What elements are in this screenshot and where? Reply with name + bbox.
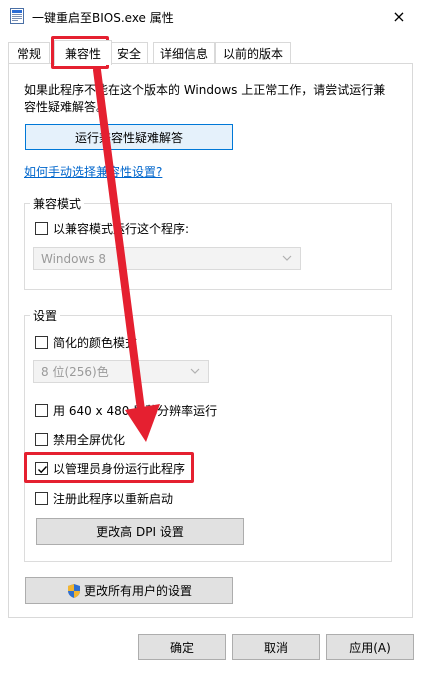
annotation-box-admin bbox=[24, 452, 194, 483]
tab-security[interactable]: 安全 bbox=[110, 42, 148, 64]
compat-mode-checkbox[interactable]: 以兼容模式运行这个程序: bbox=[35, 220, 189, 237]
checkbox-box bbox=[35, 492, 48, 505]
res-640-label: 用 640 x 480 屏幕分辨率运行 bbox=[53, 404, 218, 418]
checkbox-box bbox=[35, 433, 48, 446]
tab-general[interactable]: 常规 bbox=[8, 42, 50, 64]
checkbox-box bbox=[35, 404, 48, 417]
register-restart-label: 注册此程序以重新启动 bbox=[53, 492, 174, 506]
compat-os-value: Windows 8 bbox=[41, 251, 107, 266]
register-restart-checkbox[interactable]: 注册此程序以重新启动 bbox=[35, 490, 173, 507]
all-users-button[interactable]: 更改所有用户的设置 bbox=[25, 577, 233, 604]
color-mode-select[interactable]: 8 位(256)色 bbox=[33, 360, 209, 383]
compat-os-select[interactable]: Windows 8 bbox=[33, 247, 301, 270]
compat-mode-label: 以兼容模式运行这个程序: bbox=[53, 222, 190, 236]
reduced-color-checkbox[interactable]: 简化的颜色模式 bbox=[35, 334, 137, 351]
disable-fullscreen-label: 禁用全屏优化 bbox=[53, 433, 126, 447]
cancel-button[interactable]: 取消 bbox=[232, 634, 320, 660]
manual-settings-link[interactable]: 如何手动选择兼容性设置? bbox=[24, 163, 162, 180]
chevron-down-icon bbox=[282, 255, 292, 261]
troubleshoot-button[interactable]: 运行兼容性疑难解答 bbox=[25, 124, 233, 150]
reduced-color-label: 简化的颜色模式 bbox=[53, 336, 138, 350]
application-icon bbox=[10, 8, 24, 24]
apply-button[interactable]: 应用(A) bbox=[326, 634, 414, 660]
close-icon: × bbox=[392, 6, 406, 26]
tab-previous-versions[interactable]: 以前的版本 bbox=[215, 42, 291, 64]
checkbox-box bbox=[35, 336, 48, 349]
color-mode-value: 8 位(256)色 bbox=[41, 365, 109, 379]
compat-mode-title: 兼容模式 bbox=[30, 195, 85, 212]
tab-compatibility[interactable]: 兼容性 bbox=[54, 40, 112, 65]
all-users-label: 更改所有用户的设置 bbox=[83, 584, 192, 598]
checkbox-box bbox=[35, 222, 48, 235]
ok-button[interactable]: 确定 bbox=[138, 634, 226, 660]
tab-details[interactable]: 详细信息 bbox=[153, 42, 215, 64]
tab-strip: 常规 兼容性 安全 详细信息 以前的版本 bbox=[8, 40, 413, 65]
description-text: 如果此程序不能在这个版本的 Windows 上正常工作，请尝试运行兼容性疑难解答… bbox=[24, 83, 386, 114]
window-title: 一键重启至BIOS.exe 属性 bbox=[32, 11, 174, 25]
shield-icon bbox=[67, 583, 80, 598]
disable-fullscreen-checkbox[interactable]: 禁用全屏优化 bbox=[35, 431, 125, 448]
settings-title: 设置 bbox=[30, 307, 61, 324]
close-button[interactable]: × bbox=[377, 0, 421, 32]
title-bar: 一键重启至BIOS.exe 属性 × bbox=[0, 0, 421, 32]
chevron-down-icon bbox=[190, 368, 200, 374]
high-dpi-button[interactable]: 更改高 DPI 设置 bbox=[36, 518, 244, 545]
res-640-checkbox[interactable]: 用 640 x 480 屏幕分辨率运行 bbox=[35, 402, 217, 419]
